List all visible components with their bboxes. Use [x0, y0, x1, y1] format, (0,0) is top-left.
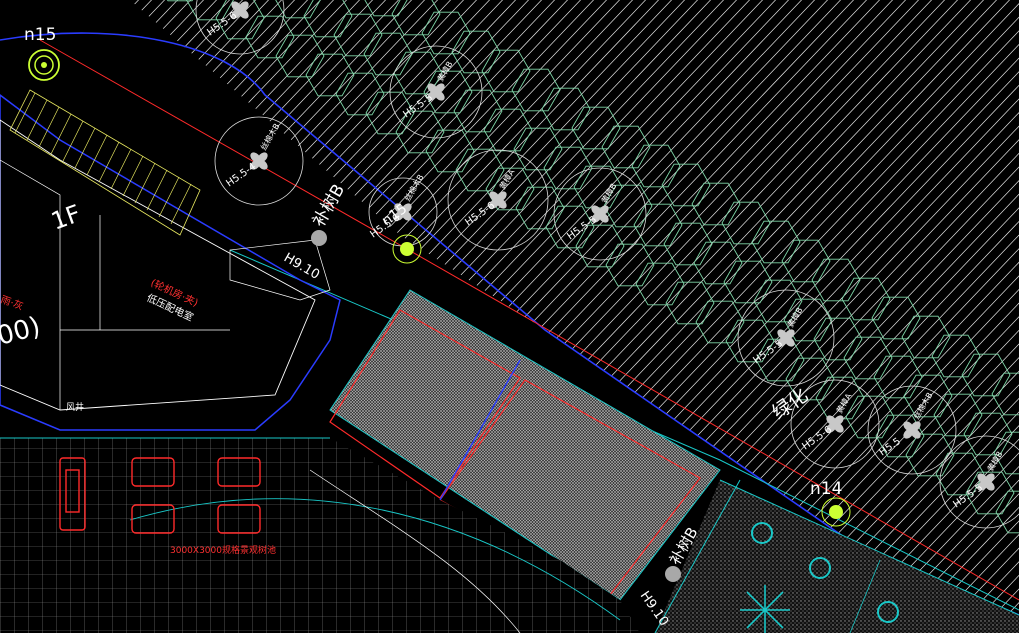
lamp-label-n15-top: n15	[24, 25, 56, 45]
shaft-label: 风井	[66, 401, 84, 413]
plaza-red-label: 3000X3000规格景观树池	[170, 544, 276, 556]
tree-b-marker	[311, 230, 327, 246]
tree-b-marker	[665, 566, 681, 582]
lamp-label-n14: n14	[810, 479, 842, 499]
cad-drawing-canvas: H5.5-6黄樟BH5.5-5丝棉木BH5.5-4 丝棉木BH5.5-6黄樟AH5…	[0, 0, 1019, 633]
